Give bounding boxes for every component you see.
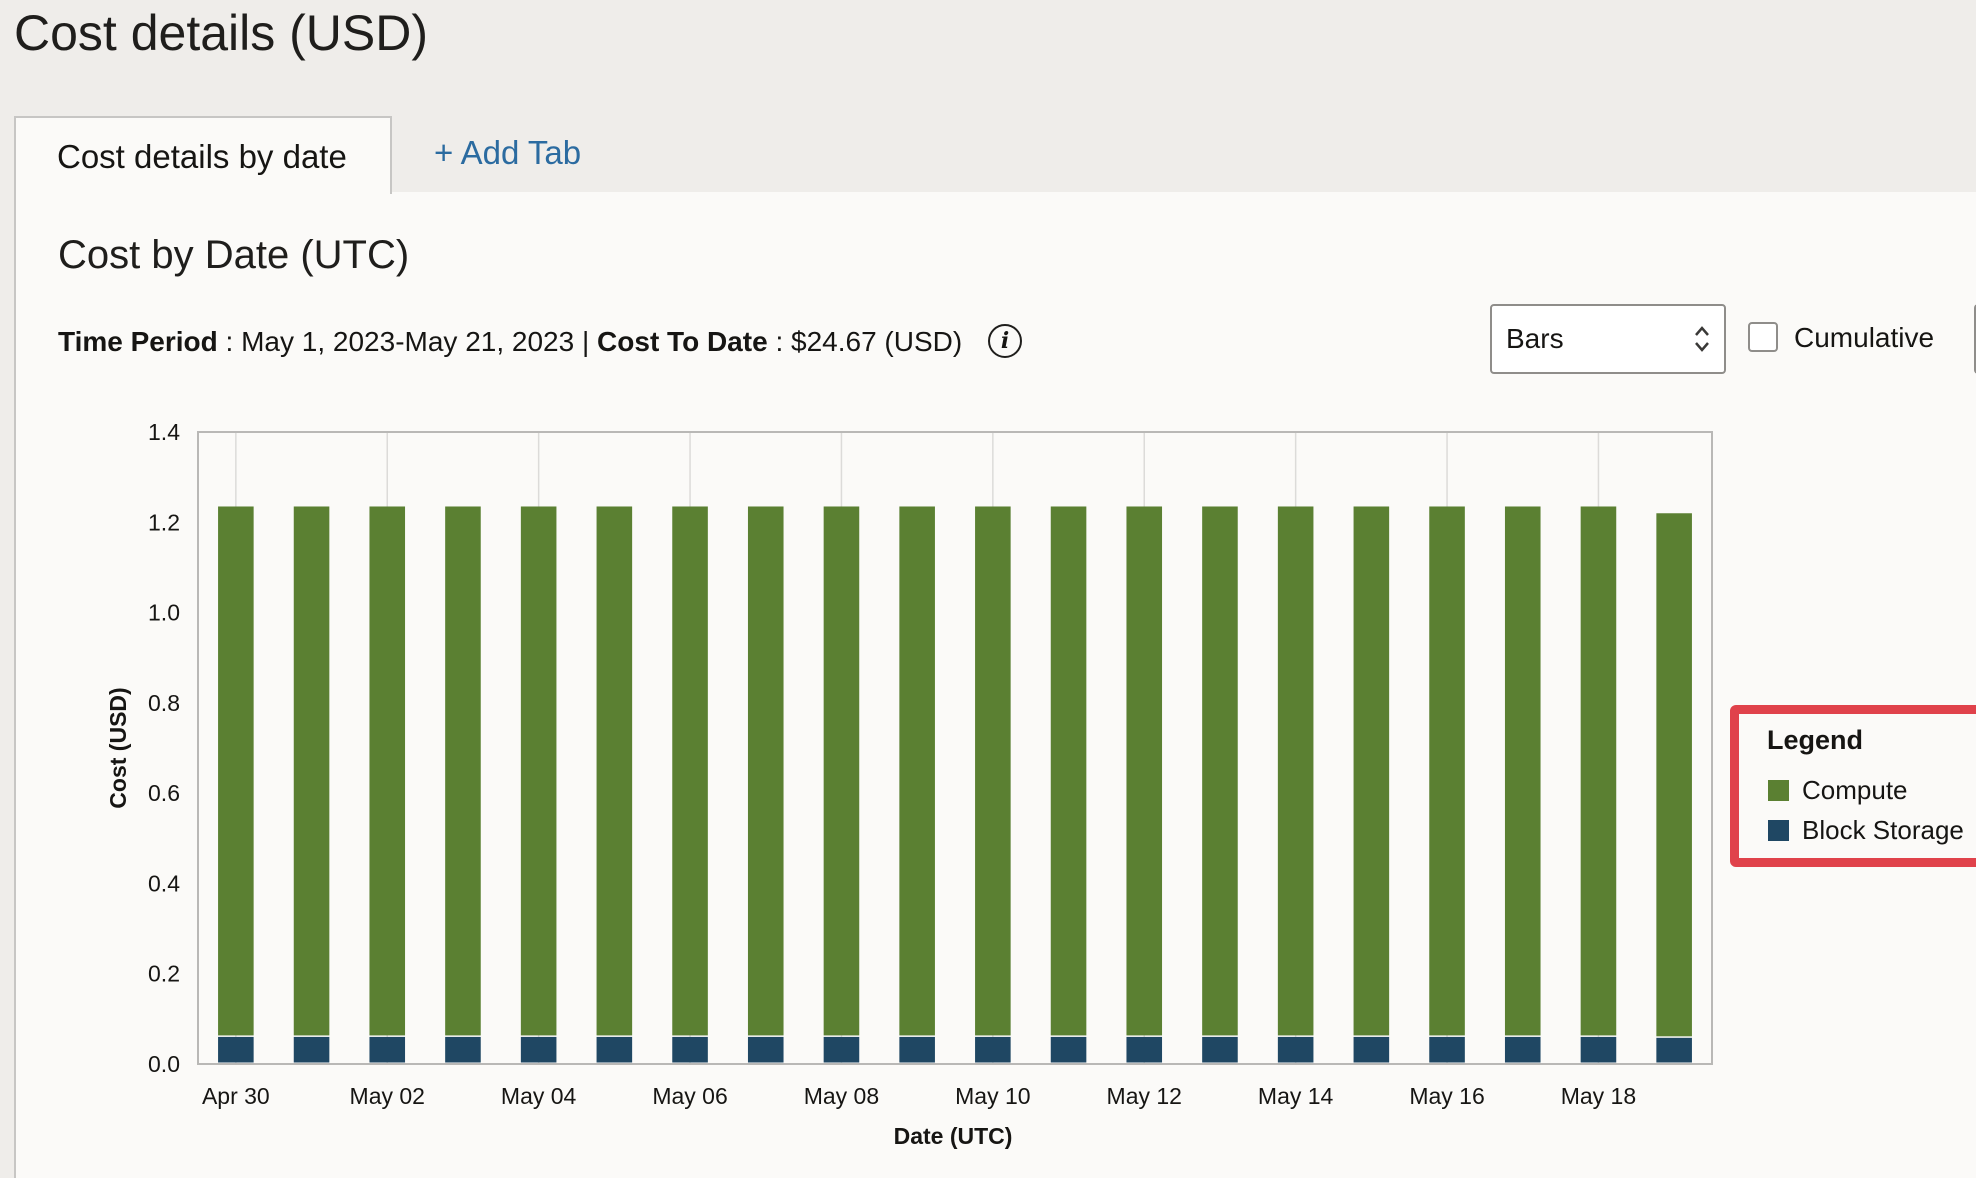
x-tick-label: May 18 [1561, 1083, 1636, 1109]
bar-block-storage[interactable] [1656, 1037, 1692, 1063]
bar-block-storage[interactable] [1429, 1036, 1465, 1063]
bar-block-storage[interactable] [1050, 1036, 1087, 1063]
bar-compute[interactable] [1126, 506, 1163, 1036]
legend-item-block-storage[interactable]: Block Storage [1768, 813, 1964, 847]
bar-compute[interactable] [899, 506, 935, 1036]
bar-compute[interactable] [293, 506, 330, 1036]
bar-block-storage[interactable] [747, 1036, 784, 1063]
y-tick-label: 1.0 [148, 600, 180, 626]
bar-compute[interactable] [1353, 506, 1390, 1036]
x-tick-label: May 08 [804, 1083, 879, 1109]
bar-compute[interactable] [218, 506, 254, 1036]
plot-frame [197, 431, 1713, 1065]
x-tick-label: May 12 [1107, 1083, 1182, 1109]
bar-block-storage[interactable] [1504, 1036, 1541, 1063]
bar-block-storage[interactable] [1580, 1036, 1617, 1063]
bar-block-storage[interactable] [369, 1036, 406, 1063]
x-tick-labels: Apr 30 May 02 May 04 May 06 May 08 May 10 May … [202, 1083, 1636, 1109]
x-axis-label: Date (UTC) [894, 1123, 1013, 1149]
bar-block-storage[interactable] [899, 1036, 935, 1063]
bar-block-storage[interactable] [1353, 1036, 1390, 1063]
bar-block-storage[interactable] [520, 1036, 557, 1063]
bar-block-storage[interactable] [1202, 1036, 1238, 1063]
x-tick-label: May 04 [501, 1083, 577, 1109]
bar-compute[interactable] [975, 506, 1011, 1036]
y-tick-label: 1.2 [148, 509, 180, 535]
bar-block-storage[interactable] [445, 1036, 481, 1063]
bar-block-storage[interactable] [975, 1036, 1011, 1063]
y-tick-label: 1.4 [148, 419, 180, 445]
bar-block-storage[interactable] [218, 1036, 254, 1063]
bar-block-storage[interactable] [293, 1036, 330, 1063]
bar-compute[interactable] [1580, 506, 1617, 1036]
legend-swatch-compute [1768, 780, 1789, 801]
bar-compute[interactable] [747, 506, 784, 1036]
bar-compute[interactable] [596, 506, 633, 1036]
bar-compute[interactable] [1656, 513, 1692, 1037]
x-tick-label: May 06 [652, 1083, 727, 1109]
legend-label: Block Storage [1802, 815, 1964, 845]
x-tick-label: May 02 [350, 1083, 425, 1109]
bar-compute[interactable] [672, 506, 708, 1036]
bar-block-storage[interactable] [596, 1036, 633, 1063]
legend-swatch-block-storage [1768, 820, 1789, 841]
bar-block-storage[interactable] [1277, 1036, 1314, 1063]
bar-block-storage[interactable] [672, 1036, 708, 1063]
bar-compute[interactable] [1050, 506, 1087, 1036]
tab-cost-details-by-date[interactable]: Cost details by date [14, 116, 392, 194]
bar-compute[interactable] [1277, 506, 1314, 1036]
y-tick-label: 0.4 [148, 870, 180, 896]
bar-block-storage[interactable] [823, 1036, 860, 1063]
bar-compute[interactable] [1202, 506, 1238, 1036]
bar-compute[interactable] [1504, 506, 1541, 1036]
bar-compute[interactable] [445, 506, 481, 1036]
bars [218, 506, 1692, 1063]
y-axis-label: Cost (USD) [105, 687, 131, 808]
x-tick-label: May 16 [1409, 1083, 1484, 1109]
x-tick-label: May 14 [1258, 1083, 1334, 1109]
legend-label: Compute [1802, 775, 1908, 805]
legend-item-compute[interactable]: Compute [1768, 773, 1908, 807]
x-tick-label: May 10 [955, 1083, 1030, 1109]
bar-compute[interactable] [1429, 506, 1465, 1036]
y-tick-label: 0.8 [148, 690, 180, 716]
bar-compute[interactable] [520, 506, 557, 1036]
x-tick-label: Apr 30 [202, 1083, 270, 1109]
y-tick-label: 0.2 [148, 961, 180, 987]
y-tick-labels: 0.0 0.2 0.4 0.6 0.8 1.0 1.2 1.4 [148, 419, 180, 1077]
y-tick-label: 0.0 [148, 1051, 180, 1077]
legend-title: Legend [1767, 725, 1864, 755]
bar-compute[interactable] [369, 506, 406, 1036]
y-tick-label: 0.6 [148, 780, 180, 806]
bar-block-storage[interactable] [1126, 1036, 1163, 1063]
bar-compute[interactable] [823, 506, 860, 1036]
